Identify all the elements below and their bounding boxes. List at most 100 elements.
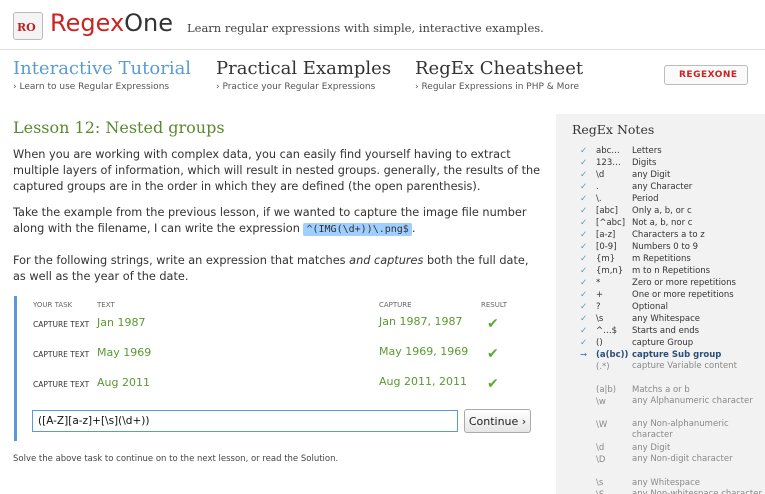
note-description: any Alphanumeric character [632, 396, 753, 406]
header-capture: CAPTURE [379, 301, 412, 309]
completed-check-icon: ✓ [580, 338, 588, 348]
completed-check-icon: ✓ [580, 206, 588, 216]
note-code: ^…$ [596, 326, 618, 336]
note-description: Optional [632, 302, 668, 312]
note-item[interactable]: ✓ \. Period [556, 193, 765, 205]
note-description: any Non-whitespace character [632, 489, 762, 494]
note-code: \d [596, 170, 605, 180]
task-text: May 1969 [97, 346, 152, 359]
task-capture: Aug 2011, 2011 [379, 375, 467, 388]
current-arrow-icon: ➞ [580, 350, 588, 360]
note-code: () [596, 338, 603, 348]
note-item[interactable]: ➞ (a(bc)) capture Sub group [556, 349, 765, 361]
note-item[interactable]: ✓ + One or more repetitions [556, 289, 765, 301]
note-item[interactable]: ✓ {m,n} m to n Repetitions [556, 265, 765, 277]
note-description: One or more repetitions [632, 290, 734, 300]
note-code: ? [596, 302, 601, 312]
nav-subtitle: › Learn to use Regular Expressions [13, 82, 170, 92]
nav-regex-cheatsheet[interactable]: RegEx Cheatsheet › Regular Expressions i… [415, 58, 583, 92]
task-text: Jan 1987 [97, 316, 146, 329]
note-code: \W [596, 420, 608, 430]
nav-subtitle: › Regular Expressions in PHP & More [415, 82, 579, 92]
note-code: [a-z] [596, 230, 616, 240]
note-item[interactable]: ✓ \s any Whitespace [556, 313, 765, 325]
task-label: CAPTURE TEXT [33, 350, 90, 359]
completed-check-icon: ✓ [580, 182, 588, 192]
note-code: abc… [596, 146, 620, 156]
note-code: \S [596, 489, 604, 494]
header-result: RESULT [481, 301, 508, 309]
completed-check-icon: ✓ [580, 194, 588, 204]
task-capture: May 1969, 1969 [379, 345, 469, 358]
note-description: Not a, b, nor c [632, 218, 693, 228]
note-item[interactable]: ✓ ^…$ Starts and ends [556, 325, 765, 337]
note-description: Letters [632, 146, 662, 156]
note-description: any Non-alphanumeric character [632, 419, 729, 440]
note-item[interactable]: ✓ * Zero or more repetitions [556, 277, 765, 289]
note-code: (.*) [596, 362, 610, 372]
note-item[interactable]: ✓ [abc] Only a, b, or c [556, 205, 765, 217]
site-name[interactable]: RegexOne [50, 9, 173, 37]
note-item[interactable]: ✓ {m} m Repetitions [556, 253, 765, 265]
completed-check-icon: ✓ [580, 146, 588, 156]
note-description: any Digit [632, 443, 671, 453]
nav-title: RegEx Cheatsheet [415, 58, 584, 79]
completed-check-icon: ✓ [580, 230, 588, 240]
note-item[interactable]: ✓ \d any Digit [556, 169, 765, 181]
note-item[interactable]: ✓ 123… Digits [556, 157, 765, 169]
completed-check-icon: ✓ [580, 326, 588, 336]
completed-check-icon: ✓ [580, 266, 588, 276]
note-code: \. [596, 194, 602, 204]
note-item: (a|b) Matchs a or b [556, 384, 765, 396]
note-item[interactable]: ✓ abc… Letters [556, 145, 765, 157]
note-code: (a|b) [596, 385, 617, 395]
note-code: * [596, 278, 601, 288]
note-item[interactable]: ✓ [0-9] Numbers 0 to 9 [556, 241, 765, 253]
badge-label: REGEXONE [679, 70, 738, 80]
regex-notes-sidebar: RegEx Notes ✓ abc… Letters ✓ 123… Digits ✓ \d an… [556, 114, 765, 494]
logo-icon[interactable]: RO [13, 12, 43, 40]
note-description: Period [632, 194, 659, 204]
note-item[interactable]: ✓? Optional [556, 301, 765, 313]
note-description: capture Group [632, 338, 694, 348]
note-description: Matchs a or b [632, 385, 690, 395]
regexone-badge[interactable]: REGEXONE [664, 65, 748, 85]
note-code: 123… [596, 158, 621, 168]
nav-practical-examples[interactable]: Practical Examples › Practice your Regul… [216, 58, 391, 92]
regex-input[interactable] [32, 410, 458, 432]
note-code: \s [596, 314, 604, 324]
task-capture: Jan 1987, 1987 [379, 315, 463, 328]
note-item: \d any Digit [556, 442, 765, 454]
completed-check-icon: ✓ [580, 242, 588, 252]
header-text: TEXT [97, 301, 115, 309]
note-description: Numbers 0 to 9 [632, 242, 699, 252]
note-description: Zero or more repetitions [632, 278, 736, 288]
header-your-task: YOUR TASK [33, 301, 73, 309]
note-code: {m,n} [596, 266, 624, 276]
note-item: \D any Non-digit character [556, 454, 765, 466]
completed-check-icon: ✓ [580, 278, 588, 288]
note-description: Characters a to z [632, 230, 705, 240]
task-label: CAPTURE TEXT [33, 380, 90, 389]
continue-button[interactable]: Continue › [464, 409, 531, 433]
paragraph-text: Take the example from the previous lesso… [13, 206, 527, 235]
note-item: (.*) capture Variable content [556, 361, 765, 373]
note-item[interactable]: ✓ [^abc] Not a, b, nor c [556, 217, 765, 229]
completed-check-icon: ✓ [580, 254, 588, 264]
note-code: . [596, 182, 599, 192]
note-code: \s [596, 478, 604, 488]
site-tagline: Learn regular expressions with simple, i… [187, 21, 544, 35]
nav-interactive-tutorial[interactable]: Interactive Tutorial › Learn to use Regu… [13, 58, 191, 92]
lesson-title: Lesson 12: Nested groups [13, 118, 225, 137]
lesson-paragraph-3: For the following strings, write an expr… [13, 253, 543, 285]
completed-check-icon: ✓ [580, 170, 588, 180]
note-item[interactable]: ✓ [a-z] Characters a to z [556, 229, 765, 241]
note-description: any Whitespace [632, 314, 700, 324]
note-item[interactable]: ✓ () capture Group [556, 337, 765, 349]
note-item: \S any Non-whitespace character [556, 489, 765, 494]
completed-check-icon: ✓ [580, 314, 588, 324]
footer-note: Solve the above task to continue on to t… [13, 454, 339, 464]
task-row: CAPTURE TEXT Jan 1987 Jan 1987, 1987 ✔ [17, 314, 537, 344]
note-item[interactable]: ✓. any Character [556, 181, 765, 193]
note-description: Digits [632, 158, 657, 168]
